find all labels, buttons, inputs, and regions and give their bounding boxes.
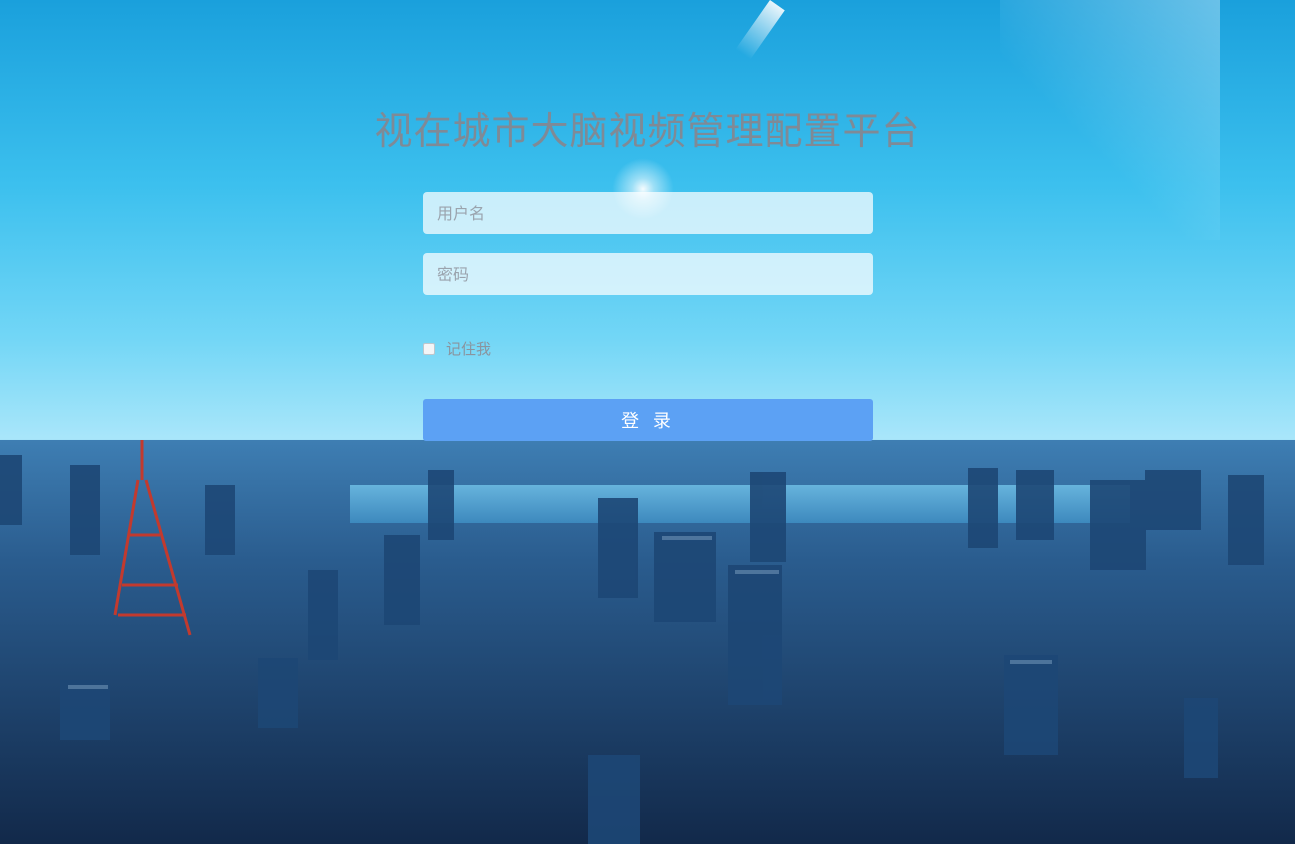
- password-input[interactable]: [423, 253, 873, 295]
- remember-me-checkbox[interactable]: [423, 342, 435, 355]
- page-title: 视在城市大脑视频管理配置平台: [374, 109, 921, 153]
- username-input[interactable]: [423, 192, 873, 234]
- remember-me[interactable]: 记住我: [423, 338, 491, 359]
- login-page: 视在城市大脑视频管理配置平台 记住我 登 录: [0, 0, 1295, 844]
- remember-me-label: 记住我: [446, 340, 492, 358]
- login-button[interactable]: 登 录: [423, 399, 873, 441]
- login-form: 记住我 登 录: [423, 192, 873, 441]
- sky-light-streak: [735, 0, 785, 60]
- city-skyline-background: [0, 440, 1295, 844]
